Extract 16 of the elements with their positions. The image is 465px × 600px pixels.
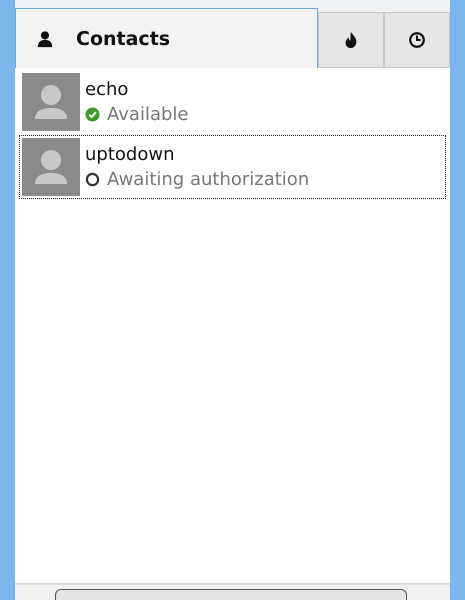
clock-icon (408, 31, 426, 49)
contact-item[interactable]: echo Available (19, 70, 446, 134)
contact-name: uptodown (85, 144, 176, 165)
popular-tab[interactable] (318, 12, 384, 68)
check-icon (85, 107, 100, 122)
contact-name: echo (85, 79, 130, 100)
contacts-tab[interactable]: Contacts (15, 8, 318, 68)
contact-item[interactable]: uptodown Awaiting authorization (19, 135, 446, 199)
contact-status: Awaiting authorization (107, 169, 310, 190)
person-icon (36, 30, 54, 48)
bottom-button[interactable] (55, 589, 407, 600)
contact-status: Available (107, 104, 188, 125)
circle-icon (85, 172, 100, 187)
avatar-icon (22, 73, 80, 131)
history-tab[interactable] (384, 12, 450, 68)
avatar-icon (22, 138, 80, 196)
